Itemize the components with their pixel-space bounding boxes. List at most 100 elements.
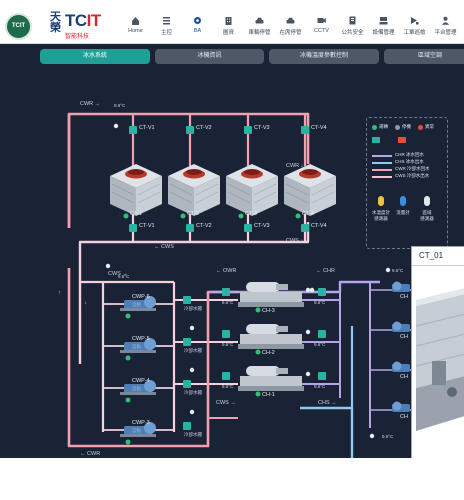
nav-item-10[interactable]: 平台管理	[430, 14, 461, 40]
nav-label: 設備管理	[372, 30, 395, 36]
nav-label: 車輛停管	[248, 30, 271, 36]
chiller-valve-out-2	[318, 330, 326, 338]
nav-item-6[interactable]: CCTV	[306, 14, 337, 40]
pump-arrow-down: ↓	[84, 300, 87, 306]
legend-line-label-2: CWR 冷卻水回水	[395, 166, 430, 171]
seal-text: TCIT	[11, 23, 26, 29]
cooling-tower-3[interactable]	[226, 164, 278, 216]
cws-pumps-temp: 9.6°C	[118, 274, 130, 279]
ct-3d-model-image	[412, 266, 464, 459]
pump-name-1[interactable]: CWP-5	[132, 336, 150, 342]
chiller-valve-in-2	[222, 330, 230, 338]
top-valve-label-3: CT-V4	[311, 125, 327, 131]
legend-line-label-0: CHR 冰水回水	[395, 152, 424, 157]
brand-english: TCIT	[65, 12, 101, 29]
shield-icon	[349, 16, 356, 25]
legend-sensor-icon-0	[378, 196, 384, 206]
right-pump-label-0[interactable]: CH	[400, 294, 408, 300]
tower-label-0[interactable]: CT-1	[130, 211, 142, 217]
nav-item-8[interactable]: 設備管理	[368, 14, 399, 40]
nav-item-5[interactable]: 在席停管	[275, 14, 306, 40]
temp-sensor-8	[369, 433, 375, 439]
cooling-tower-4[interactable]	[284, 164, 336, 216]
temp-sensor-0	[113, 123, 119, 129]
chr-label: ← CHR	[316, 268, 335, 274]
chs-temp: 9.6°C	[382, 434, 394, 439]
legend-sensor-label-2: 區域 感測器	[420, 210, 434, 221]
nav-label: BA	[193, 28, 202, 34]
chiller-label-2[interactable]: CH-1	[262, 392, 275, 398]
pump-valve-label-2: 冷卻水閥	[184, 390, 202, 395]
tower-label-2[interactable]: CT-3	[245, 211, 257, 217]
top-valve-label-2: CT-V3	[254, 125, 270, 131]
tower-status-1	[123, 213, 129, 219]
nav-item-4[interactable]: 車輛停管	[244, 14, 275, 40]
cwr-bottom-label: ← CWR	[80, 451, 101, 457]
left-arrow-up: ↑	[58, 290, 61, 296]
chiller-valve-out-3	[318, 372, 326, 380]
parking-icon	[286, 17, 295, 24]
right-pump-label-1[interactable]: CH	[400, 334, 408, 340]
nav-item-7[interactable]: 公共安全	[337, 14, 368, 40]
tab-3[interactable]: 區域空調	[384, 49, 464, 64]
camera-icon	[317, 18, 326, 23]
chiller-label-0[interactable]: CH-3	[262, 308, 275, 314]
pump-status-0: 自動	[132, 302, 141, 307]
chw-pump-4[interactable]	[392, 401, 410, 413]
ct-01-popup[interactable]: CT_01	[411, 246, 464, 459]
legend-sensor-icon-1	[400, 196, 406, 206]
brand-chinese: 天榮	[50, 11, 61, 34]
tab-0[interactable]: 冰水系統	[40, 49, 150, 64]
temp-sensor-4	[305, 287, 311, 293]
pump-name-3[interactable]: CWP-3	[132, 420, 150, 426]
nav-item-2[interactable]: BA	[182, 14, 213, 40]
bottom-valve-label-2: CT-V3	[254, 223, 270, 229]
legend-status-2: 異常	[425, 124, 434, 129]
chw-pump-1[interactable]	[392, 281, 410, 293]
cwr-top-temp: 9.6°C	[114, 103, 126, 108]
pump-name-2[interactable]: CWP-4	[132, 378, 150, 384]
chw-pump-2[interactable]	[392, 321, 410, 333]
nav-label: CCTV	[314, 28, 329, 34]
tower-label-3[interactable]: CT-4	[302, 211, 314, 217]
tower-status-2	[180, 213, 186, 219]
tower-label-1[interactable]: CT-2	[187, 211, 199, 217]
tower-status-3	[238, 213, 244, 219]
popup-title: CT_01	[419, 251, 444, 260]
chw-pump-3[interactable]	[392, 361, 410, 373]
top-valve-label-1: CT-V2	[196, 125, 212, 131]
right-pump-label-2[interactable]: CH	[400, 374, 408, 380]
top-header: TCIT 天榮 TCIT 智能科技 Home 主控 BA 圖資 車輛停管 在席停管 CCTV…	[0, 0, 464, 44]
chr-arrow-down: ↓	[338, 300, 341, 306]
nav-label: 主控	[160, 30, 172, 36]
bottom-valve-label-1: CT-V2	[196, 223, 212, 229]
chs-label: CHS →	[318, 400, 337, 406]
nav-item-1[interactable]: 主控	[151, 14, 182, 40]
nav-item-0[interactable]: Home	[120, 14, 151, 40]
tab-1[interactable]: 冰機資訊	[155, 49, 264, 64]
pump-name-0[interactable]: CWP-6	[132, 294, 150, 300]
pump-valve-2	[183, 338, 191, 346]
legend-sensor-icon-2	[424, 196, 430, 206]
user-gear-icon	[441, 16, 450, 25]
right-pump-label-3[interactable]: CH	[400, 414, 408, 420]
nav-item-9[interactable]: 工單巡檢	[399, 14, 430, 40]
device-icon	[379, 17, 388, 25]
gear-icon	[194, 17, 201, 24]
cooling-tower-1[interactable]	[110, 164, 162, 216]
tower-status-4	[295, 213, 301, 219]
nav-item-3[interactable]: 圖資	[213, 14, 244, 40]
home-icon	[132, 17, 139, 25]
bms-main-panel: 冰水系統 冰機資訊 冰機溫度參數控制 區域空調 CWR → 9.6°C CWR ↓ ← CW…	[0, 44, 464, 458]
cooling-tower-2[interactable]	[168, 164, 220, 216]
clipboard-icon	[411, 17, 419, 25]
pump-status-1: 自動	[132, 344, 141, 349]
chiller-label-1[interactable]: CH-2	[262, 350, 275, 356]
chiller-temp-out-2: 9.6°C	[314, 384, 326, 389]
cws-lower-label: CWS →	[216, 400, 236, 406]
brand-english-accent: IT	[86, 11, 102, 30]
top-valve-3	[244, 126, 252, 134]
bottom-valve-2	[186, 224, 194, 232]
tab-2[interactable]: 冰機溫度參數控制	[269, 49, 379, 64]
brand-logo: 天榮 TCIT 智能科技	[50, 12, 102, 42]
